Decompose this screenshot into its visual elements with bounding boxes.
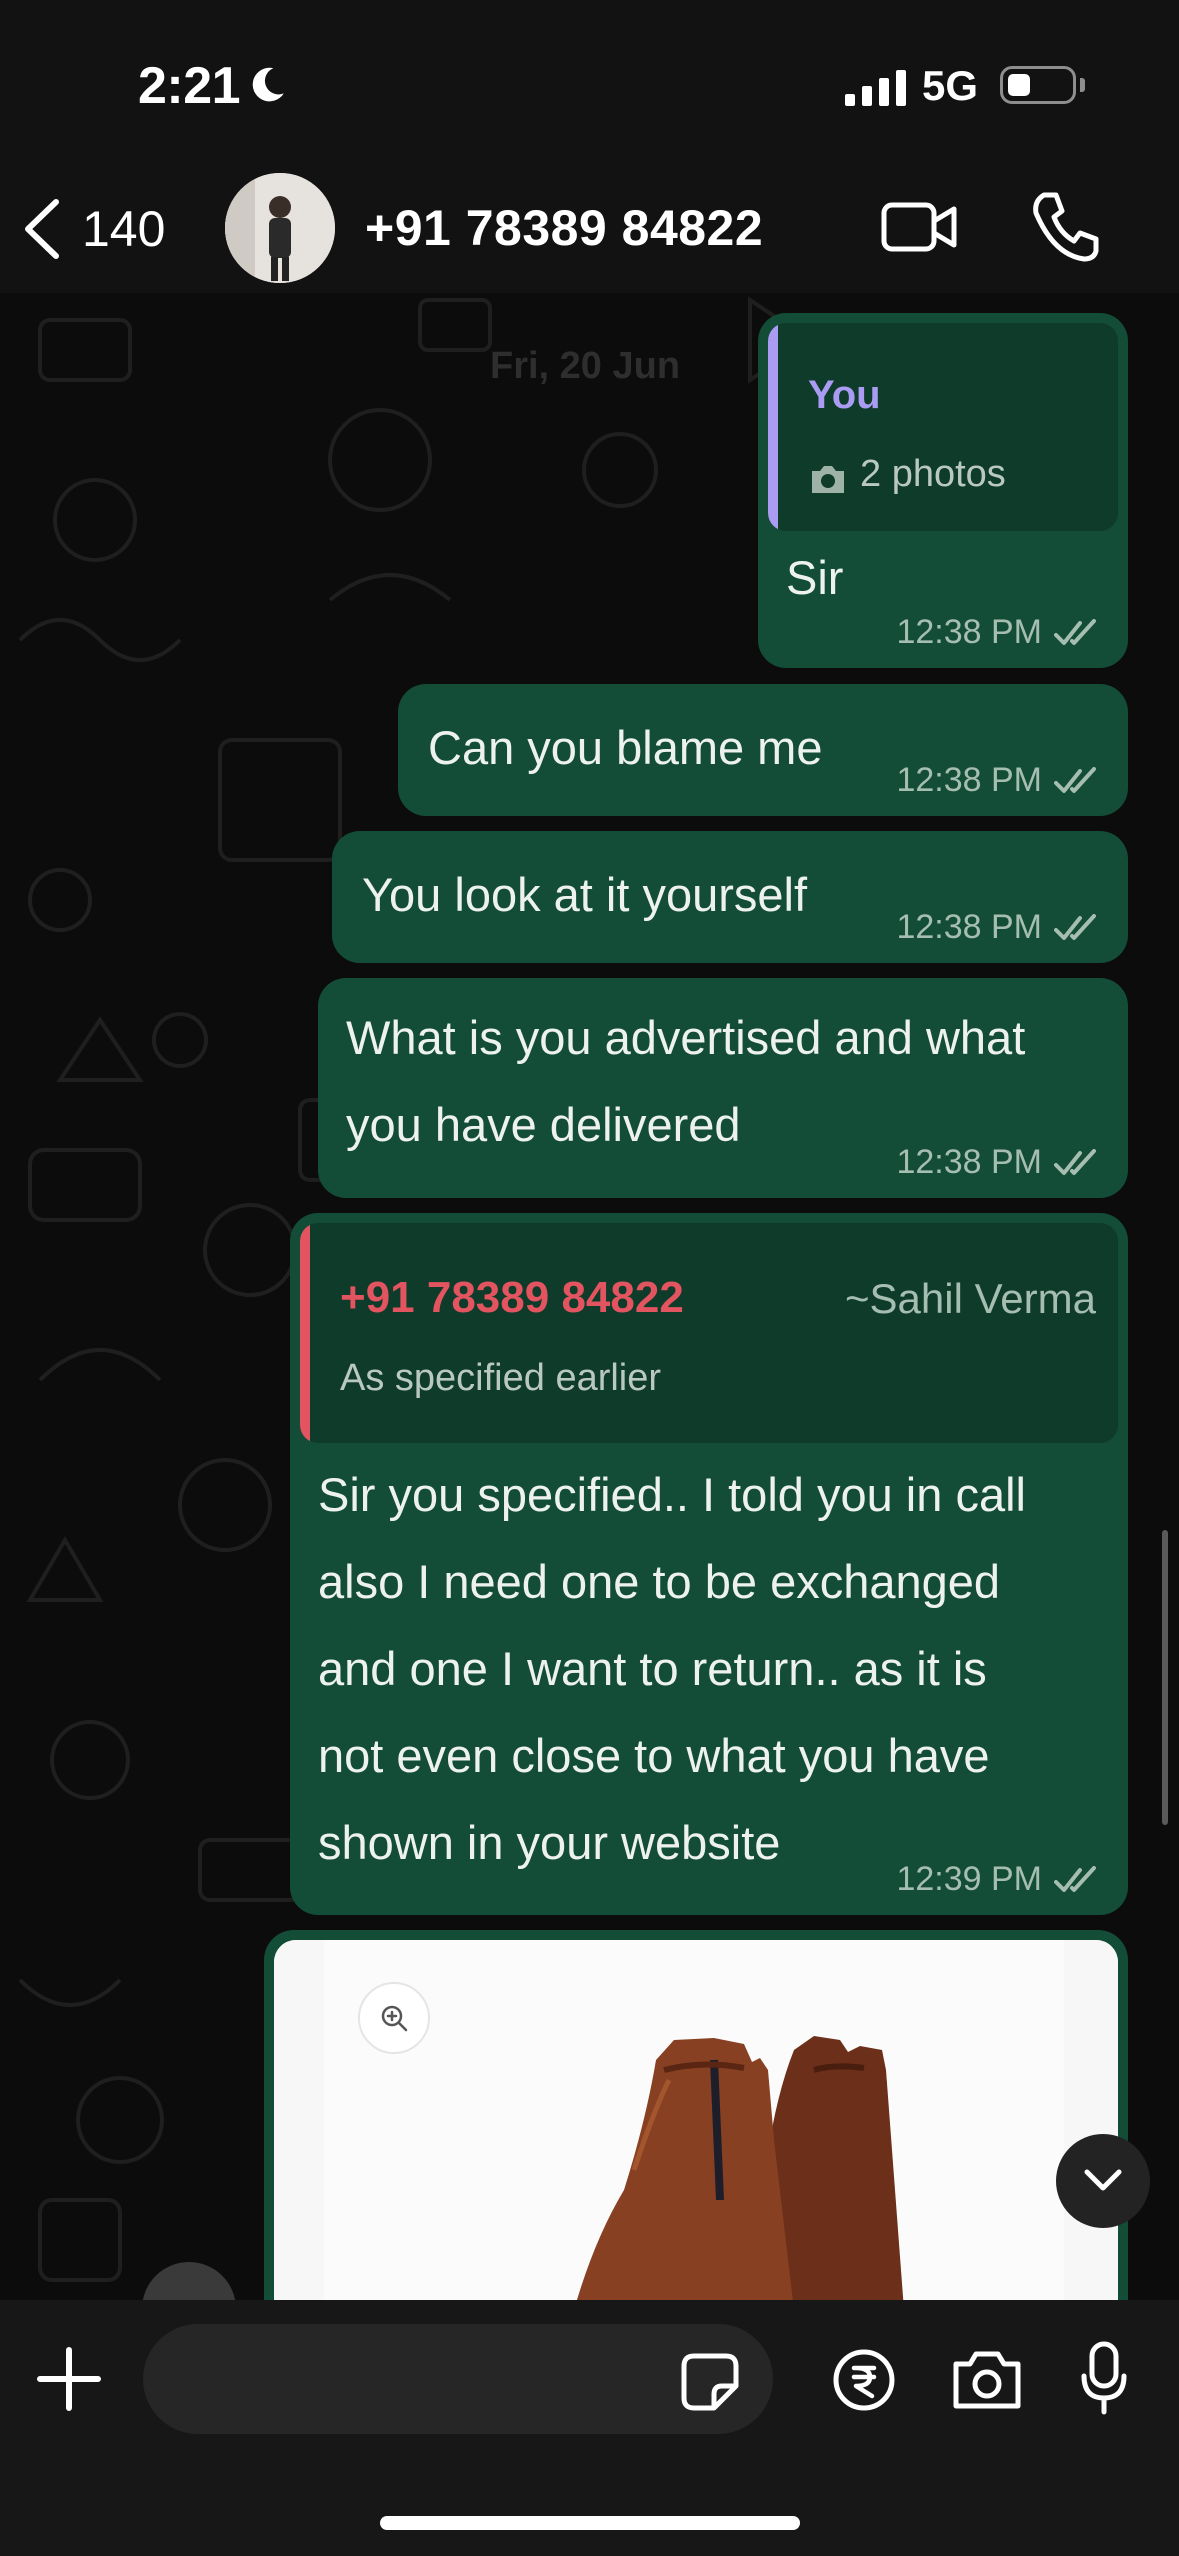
- quote-content: 2 photos: [860, 453, 1006, 495]
- message-bubble[interactable]: +91 78389 84822 ~Sahil Verma As specifie…: [290, 1213, 1128, 1915]
- message-bubble[interactable]: You look at it yourself 12:38 PM: [332, 831, 1128, 963]
- battery-cap: [1080, 78, 1085, 92]
- message-input[interactable]: [143, 2324, 773, 2434]
- message-bubble[interactable]: What is you advertised and what you have…: [318, 978, 1128, 1198]
- avatar[interactable]: [225, 173, 335, 283]
- home-indicator: [380, 2516, 800, 2530]
- message-text: Sir: [786, 551, 844, 604]
- message-bubble[interactable]: Can you blame me 12:38 PM: [398, 684, 1128, 816]
- quote-author: +91 78389 84822: [340, 1273, 684, 1322]
- double-check-icon: [1054, 618, 1096, 645]
- video-call-icon[interactable]: [880, 195, 960, 259]
- plus-icon[interactable]: [36, 2346, 102, 2412]
- double-check-icon: [1054, 766, 1096, 793]
- message-text-line: you have delivered: [346, 1098, 741, 1151]
- date-separator: Fri, 20 Jun: [490, 345, 681, 387]
- chat-header: 140 +91 78389 84822: [0, 165, 1179, 293]
- quote-author: You: [808, 373, 881, 417]
- quote-accent-bar: [768, 323, 778, 531]
- quote-content: As specified earlier: [340, 1357, 662, 1399]
- quote-author-alias: ~Sahil Verma: [845, 1275, 1096, 1322]
- status-time: 2:21: [138, 57, 241, 115]
- quote-accent-bar: [300, 1223, 310, 1443]
- image-message[interactable]: [264, 1930, 1128, 2310]
- message-text-line: and one I want to return.. as it is: [318, 1642, 987, 1695]
- sticker-icon[interactable]: [680, 2352, 740, 2412]
- message-text-line: Sir you specified.. I told you in call: [318, 1468, 1026, 1521]
- scroll-to-bottom-button[interactable]: [1056, 2134, 1150, 2228]
- message-time: 12:39 PM: [896, 1860, 1042, 1898]
- signal-icon: [845, 70, 906, 106]
- message-time: 12:38 PM: [896, 908, 1042, 946]
- image-preview[interactable]: [274, 1940, 1118, 2310]
- moon-icon: [252, 67, 284, 102]
- avatar-photo: [225, 173, 335, 283]
- phone-icon[interactable]: [1030, 189, 1100, 263]
- camera-icon: [812, 466, 844, 493]
- message-meta: 12:39 PM: [896, 1860, 1098, 1899]
- message-meta: 12:38 PM: [896, 908, 1098, 947]
- message-time: 12:38 PM: [896, 761, 1042, 799]
- mic-icon[interactable]: [1080, 2340, 1128, 2416]
- status-bar: 2:21 5G: [0, 0, 1179, 165]
- chevron-left-icon: [25, 199, 59, 259]
- message-time: 12:38 PM: [896, 613, 1042, 651]
- contact-name[interactable]: +91 78389 84822: [365, 199, 763, 257]
- quoted-message[interactable]: +91 78389 84822 ~Sahil Verma As specifie…: [300, 1223, 1118, 1443]
- scroll-indicator[interactable]: [1162, 1530, 1168, 1825]
- double-check-icon: [1054, 1865, 1096, 1892]
- message-text-line: also I need one to be exchanged: [318, 1555, 1001, 1608]
- message-text-line: What is you advertised and what: [346, 1011, 1026, 1064]
- message-meta: 12:38 PM: [896, 761, 1098, 800]
- back-button[interactable]: 140: [20, 193, 165, 265]
- message-text-line: not even close to what you have: [318, 1729, 990, 1782]
- message-meta: 12:38 PM: [896, 613, 1098, 652]
- battery-icon: [1000, 66, 1076, 104]
- zoom-in-icon[interactable]: [358, 1982, 430, 2054]
- message-text-line: shown in your website: [318, 1816, 781, 1869]
- unread-count: 140: [82, 201, 166, 257]
- quoted-message[interactable]: You 2 photos: [768, 323, 1118, 531]
- camera-icon[interactable]: [950, 2348, 1024, 2412]
- network-type: 5G: [922, 62, 979, 109]
- message-time: 12:38 PM: [896, 1143, 1042, 1181]
- rupee-icon[interactable]: [832, 2348, 896, 2412]
- double-check-icon: [1054, 913, 1096, 940]
- message-meta: 12:38 PM: [896, 1143, 1098, 1182]
- message-bubble[interactable]: You 2 photos Sir 12:38 PM: [758, 313, 1128, 668]
- double-check-icon: [1054, 1148, 1096, 1175]
- message-text: You look at it yourself: [362, 868, 808, 921]
- chevron-down-icon: [1084, 2169, 1122, 2191]
- message-text: Can you blame me: [428, 721, 823, 774]
